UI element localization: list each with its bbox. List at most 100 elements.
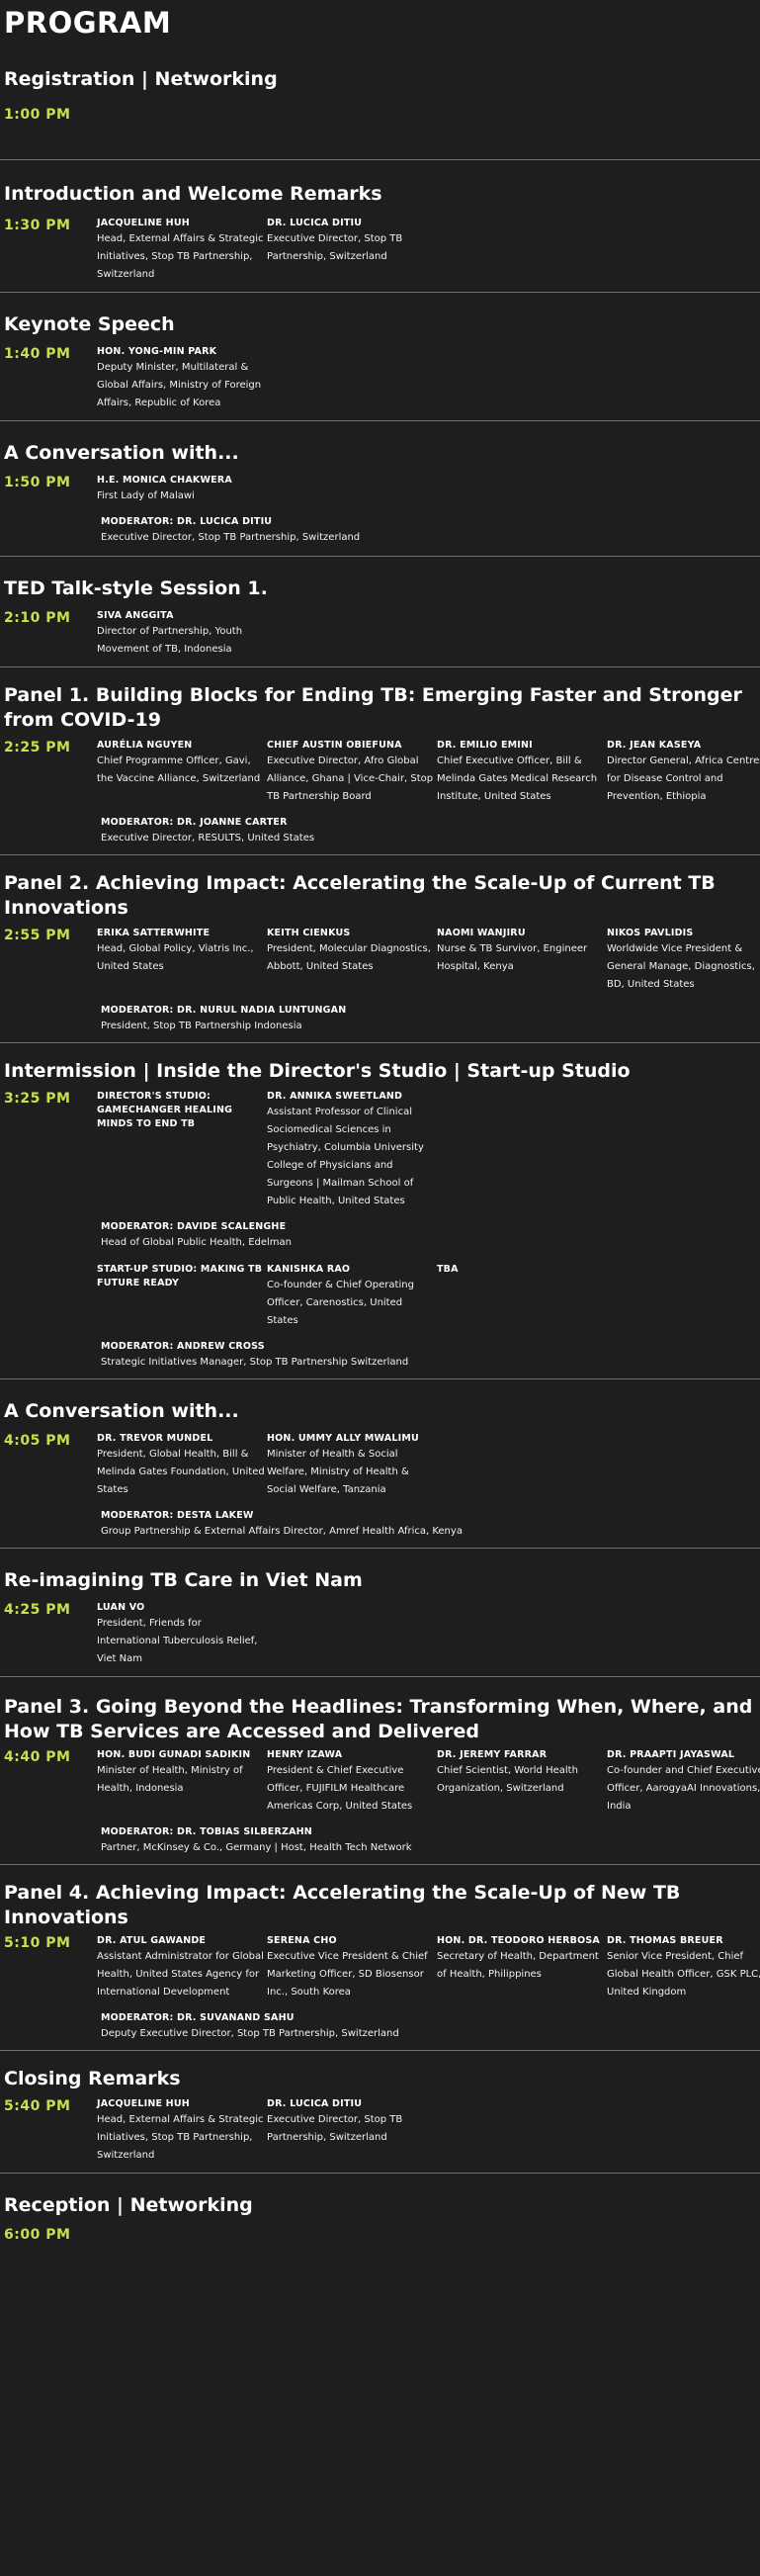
speaker-role: Chief Programme Officer, Gavi, the Vacci… (97, 755, 261, 784)
moderator-role: Executive Director, RESULTS, United Stat… (101, 833, 315, 844)
session-title: A Conversation with... (4, 442, 239, 464)
speaker-card: HON. DR. TEODORO HERBOSA Secretary of Hea… (437, 1934, 607, 2001)
session-time: 2:55 PM (4, 928, 71, 943)
session-block: Intermission | Inside the Director's Stu… (0, 1043, 760, 1378)
speaker-card: DR. JEREMY FARRAR Chief Scientist, World … (437, 1748, 607, 1816)
speaker-list: START-UP STUDIO: MAKING TB FUTURE READY K… (97, 1263, 756, 1330)
session-title: Closing Remarks (4, 2068, 181, 2089)
session-row: 5:40 PM JACQUELINE HUH Head, External Affa… (4, 2097, 756, 2165)
moderator: MODERATOR: DR. SUVANAND SAHU Deputy Execu… (101, 2011, 756, 2042)
speaker-role: Worldwide Vice President & General Manag… (607, 943, 755, 990)
moderator-name: MODERATOR: ANDREW CROSS (101, 1341, 265, 1352)
moderator: MODERATOR: DR. LUCICA DITIU Executive Dir… (101, 515, 756, 546)
moderator: MODERATOR: DR. NURUL NADIA LUNTUNGAN Pres… (101, 1004, 756, 1034)
speaker-role: Executive Director, Stop TB Partnership,… (267, 2114, 403, 2143)
session-block: Keynote Speech 1:40 PM HON. YONG-MIN PARK D… (0, 293, 760, 420)
session-row: 1:40 PM HON. YONG-MIN PARK Deputy Minister… (4, 345, 756, 412)
session-time: 5:40 PM (4, 2098, 71, 2114)
moderator: MODERATOR: ANDREW CROSS Strategic Initiat… (101, 1340, 756, 1371)
speaker-name: NAOMI WANJIRU (437, 928, 526, 938)
speaker-role: Director General, Africa Centres for Dis… (607, 755, 760, 802)
session-row: 1:00 PM (4, 106, 756, 124)
moderator-name: MODERATOR: DR. LUCICA DITIU (101, 516, 273, 527)
session-row: 4:05 PM DR. TREVOR MUNDEL President, Globa… (4, 1432, 756, 1499)
speaker-name: CHIEF AUSTIN OBIEFUNA (267, 740, 402, 751)
moderator-name: MODERATOR: DR. TOBIAS SILBERZAHN (101, 1826, 312, 1837)
session-row: 4:40 PM HON. BUDI GUNADI SADIKIN Minister … (4, 1748, 760, 1816)
speaker-role: Senior Vice President, Chief Global Heal… (607, 1951, 760, 1998)
session-title: Reception | Networking (4, 2194, 253, 2216)
speaker-card: TBA (437, 1263, 607, 1330)
session-title: Panel 1. Building Blocks for Ending TB: … (4, 684, 742, 731)
session-time: 4:05 PM (4, 1433, 71, 1449)
speaker-role: Minister of Health & Social Welfare, Min… (267, 1449, 409, 1495)
speaker-role: Head, External Affairs & Strategic Initi… (97, 233, 264, 280)
session-block: Panel 2. Achieving Impact: Accelerating … (0, 855, 760, 1042)
speaker-card: ERIKA SATTERWHITE Head, Global Policy, Vi… (97, 927, 267, 994)
speaker-card: DR. ANNIKA SWEETLAND Assistant Professor … (267, 1090, 437, 1210)
speaker-list: DR. ATUL GAWANDE Assistant Administrator … (97, 1934, 760, 2001)
speaker-role: Head, Global Policy, Viatris Inc., Unite… (97, 943, 254, 972)
session-row: 3:25 PM DIRECTOR'S STUDIO: GAMECHANGER HE… (4, 1090, 756, 1210)
session-block: TED Talk-style Session 1. 2:10 PM SIVA ANG… (0, 557, 760, 666)
speaker-card: AURÉLIA NGUYEN Chief Programme Officer, G… (97, 739, 267, 806)
speaker-name: NIKOS PAVLIDIS (607, 928, 694, 938)
session-title: Panel 3. Going Beyond the Headlines: Tra… (4, 1696, 753, 1742)
speaker-list: HON. BUDI GUNADI SADIKIN Minister of Heal… (97, 1748, 760, 1816)
session-time: 1:40 PM (4, 346, 71, 362)
moderator-role: Deputy Executive Director, Stop TB Partn… (101, 2028, 399, 2039)
speaker-card: CHIEF AUSTIN OBIEFUNA Executive Director,… (267, 739, 437, 806)
session-title: Re-imagining TB Care in Viet Nam (4, 1569, 363, 1591)
session-block: Panel 3. Going Beyond the Headlines: Tra… (0, 1677, 760, 1864)
moderator-role: Strategic Initiatives Manager, Stop TB P… (101, 1357, 409, 1368)
speaker-card: H.E. MONICA CHAKWERA First Lady of Malawi (97, 474, 267, 505)
speaker-name: LUAN VO (97, 1602, 145, 1613)
session-title: Panel 4. Achieving Impact: Accelerating … (4, 1882, 681, 1928)
speaker-role: Assistant Administrator for Global Healt… (97, 1951, 264, 1998)
speaker-list: ERIKA SATTERWHITE Head, Global Policy, Vi… (97, 927, 760, 994)
speaker-role: President, Molecular Diagnostics, Abbott… (267, 943, 431, 972)
session-row: 4:25 PM LUAN VO President, Friends for Int… (4, 1601, 756, 1668)
speaker-role: Director of Partnership, Youth Movement … (97, 626, 243, 655)
speaker-list: HON. YONG-MIN PARK Deputy Minister, Multi… (97, 345, 756, 412)
session-row: 5:10 PM DR. ATUL GAWANDE Assistant Adminis… (4, 1934, 760, 2001)
speaker-card: SIVA ANGGITA Director of Partnership, You… (97, 609, 267, 659)
speaker-list: H.E. MONICA CHAKWERA First Lady of Malawi (97, 474, 756, 505)
session-row: 2:10 PM SIVA ANGGITA Director of Partnersh… (4, 609, 756, 659)
session-title: Registration | Networking (4, 68, 278, 90)
speaker-card: JACQUELINE HUH Head, External Affairs & S… (97, 2097, 267, 2165)
speaker-card: SERENA CHO Executive Vice President & Chi… (267, 1934, 437, 2001)
session-title: TED Talk-style Session 1. (4, 577, 268, 599)
session-block: Panel 4. Achieving Impact: Accelerating … (0, 1865, 760, 2050)
speaker-list: JACQUELINE HUH Head, External Affairs & S… (97, 2097, 756, 2165)
session-time: 1:50 PM (4, 475, 71, 490)
speaker-card: NIKOS PAVLIDIS Worldwide Vice President &… (607, 927, 760, 994)
speaker-card: HENRY IZAWA President & Chief Executive O… (267, 1748, 437, 1816)
speaker-name: TBA (437, 1264, 459, 1275)
speaker-name: HON. DR. TEODORO HERBOSA (437, 1935, 600, 1946)
speaker-card: LUAN VO President, Friends for Internatio… (97, 1601, 267, 1668)
speaker-role: First Lady of Malawi (97, 490, 195, 501)
session-block: Reception | Networking 6:00 PM (0, 2174, 760, 2254)
moderator: MODERATOR: DESTA LAKEW Group Partnership … (101, 1509, 756, 1540)
session-title: A Conversation with... (4, 1400, 239, 1422)
speaker-role: Executive Director, Afro Global Alliance… (267, 755, 434, 802)
speaker-name: H.E. MONICA CHAKWERA (97, 475, 232, 486)
moderator-role: Executive Director, Stop TB Partnership,… (101, 532, 361, 543)
speaker-card: DR. TREVOR MUNDEL President, Global Healt… (97, 1432, 267, 1499)
speaker-name: DR. LUCICA DITIU (267, 2098, 363, 2109)
speaker-name: DR. LUCICA DITIU (267, 218, 363, 228)
speaker-card: JACQUELINE HUH Head, External Affairs & S… (97, 217, 267, 284)
program-page: PROGRAM Registration | Networking 1:00 PM… (0, 0, 760, 2267)
speaker-name: DR. EMILIO EMINI (437, 740, 533, 751)
speaker-role: Chief Scientist, World Health Organizati… (437, 1765, 578, 1794)
session-block: A Conversation with... 1:50 PM H.E. MONICA… (0, 421, 760, 556)
speaker-card: DR. EMILIO EMINI Chief Executive Officer,… (437, 739, 607, 806)
speaker-list: SIVA ANGGITA Director of Partnership, You… (97, 609, 756, 659)
session-time: 2:25 PM (4, 740, 71, 755)
session-time: 2:10 PM (4, 610, 71, 626)
session-time: 1:00 PM (4, 107, 71, 123)
moderator-name: MODERATOR: DR. JOANNE CARTER (101, 817, 288, 828)
speaker-name: SIVA ANGGITA (97, 610, 174, 621)
speaker-role: Co-founder and Chief Executive Officer, … (607, 1765, 760, 1812)
